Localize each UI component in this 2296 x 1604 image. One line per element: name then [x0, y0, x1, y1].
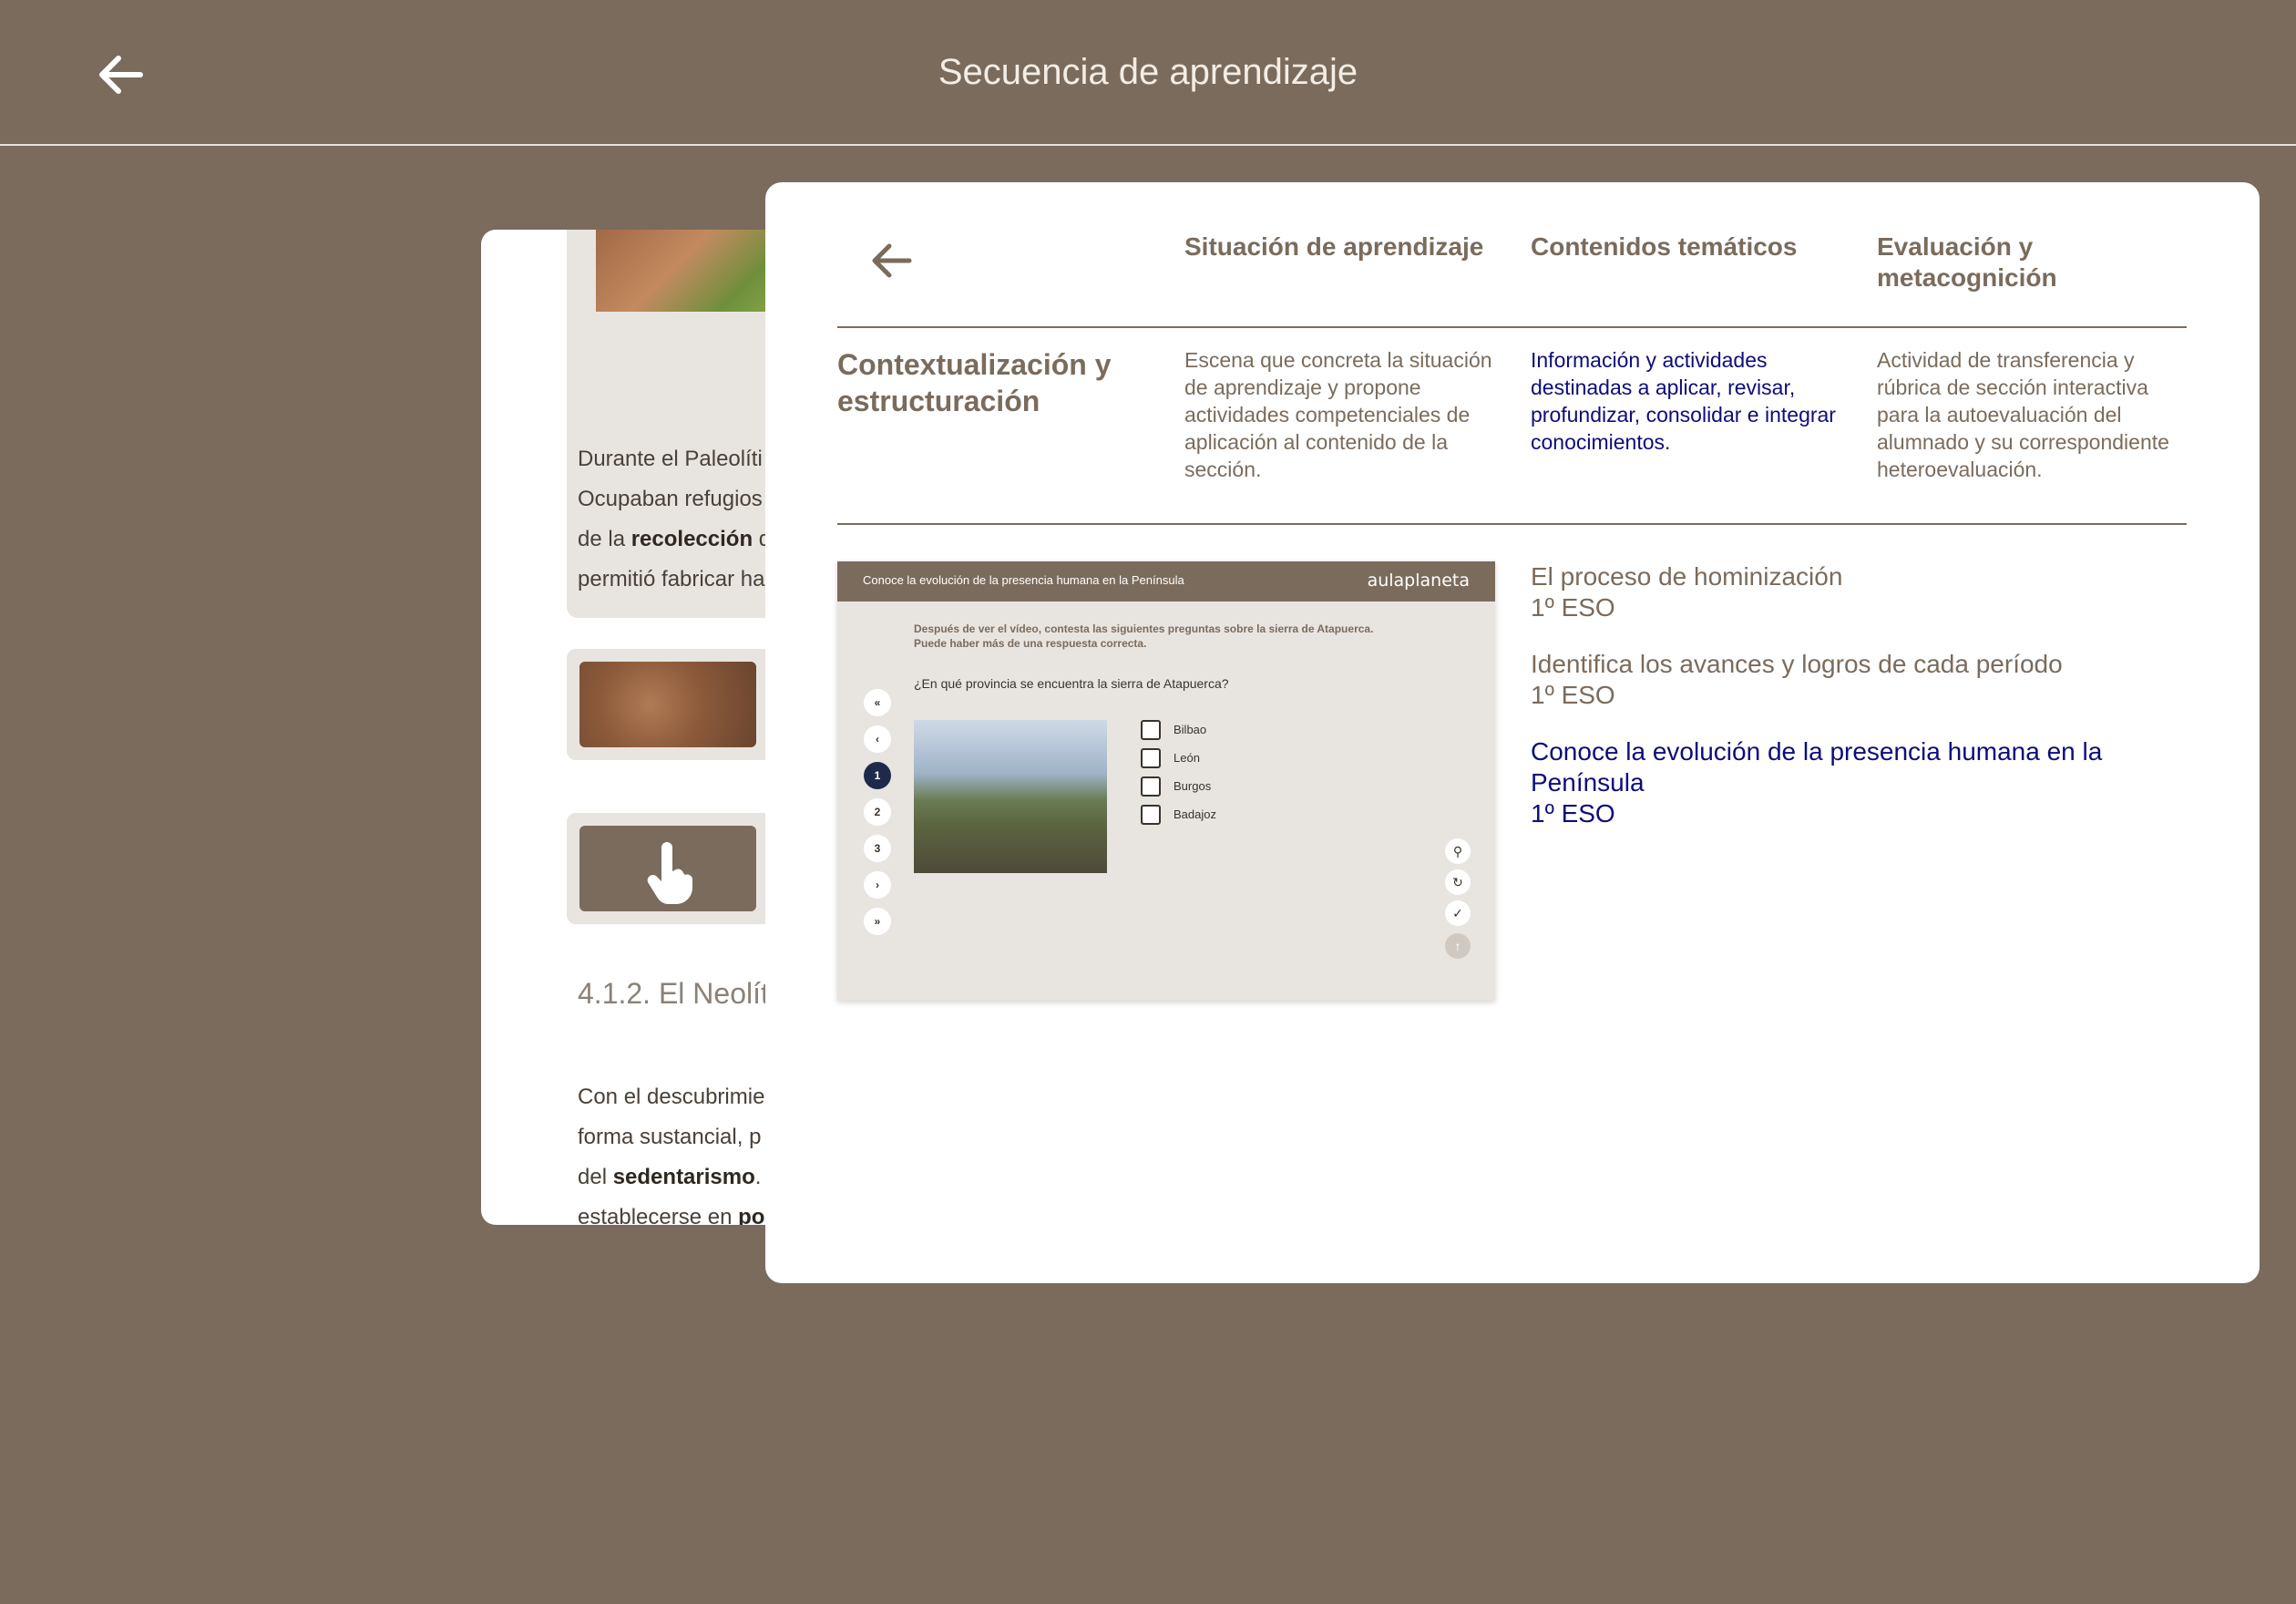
cave-painting-image — [579, 662, 756, 747]
resource-level: 1º ESO — [1531, 593, 1615, 622]
row-title: Contextualización y estructuración — [837, 348, 1112, 417]
activity-question: ¿En qué provincia se encuentra la sierra… — [914, 676, 1229, 691]
section-heading: 4.1.2. El Neolít — [578, 977, 769, 1010]
hand-pointer-icon — [647, 842, 692, 904]
paragraph-line: de la recolección d — [578, 527, 772, 551]
back-arrow-icon[interactable] — [866, 235, 917, 286]
top-bar: Secuencia de aprendizaje — [0, 0, 2296, 146]
resource-link-avances[interactable]: Identifica los avances y logros de cada … — [1531, 649, 2168, 711]
learning-sequence-modal: Situación de aprendizaje Contenidos temá… — [765, 182, 2260, 1283]
previous-page-button[interactable]: ‹ — [864, 725, 891, 753]
resource-title: El proceso de hominización — [1531, 562, 1843, 591]
activity-instructions: Después de ver el vídeo, contesta las si… — [914, 622, 1374, 650]
resource-title: Identifica los avances y logros de cada … — [1531, 650, 2063, 678]
paragraph-line: forma sustancial, p — [578, 1125, 762, 1149]
check-icon[interactable]: ✓ — [1445, 900, 1471, 926]
next-page-button[interactable]: › — [864, 871, 891, 899]
page-2-button[interactable]: 2 — [864, 798, 891, 826]
lightbulb-icon[interactable]: ⚲ — [1445, 838, 1471, 864]
paragraph-line: Durante el Paleolíti — [578, 447, 763, 471]
column-header-contenidos: Contenidos temáticos — [1531, 232, 1798, 261]
activity-header: Conoce la evolución de la presencia huma… — [837, 561, 1495, 602]
first-page-button[interactable]: « — [864, 689, 891, 716]
divider — [837, 326, 2187, 328]
atapuerca-photo — [914, 720, 1107, 873]
activity-preview[interactable]: Conoce la evolución de la presencia huma… — [837, 561, 1495, 1001]
resource-link-hominizacion[interactable]: El proceso de hominización 1º ESO — [1531, 561, 2168, 623]
column-header-situacion: Situación de aprendizaje — [1184, 232, 1484, 261]
paragraph-line: establecerse en po — [578, 1205, 765, 1225]
page-title: Secuencia de aprendizaje — [938, 52, 1358, 92]
paragraph-line: Ocupaban refugios — [578, 487, 763, 511]
gallery-thumbnail[interactable] — [567, 649, 791, 760]
column-description-evaluacion: Actividad de transferencia y rúbrica de … — [1877, 348, 2169, 481]
resource-level: 1º ESO — [1531, 681, 1615, 709]
aulaplaneta-logo: aulaplaneta — [1367, 571, 1470, 591]
page-3-button[interactable]: 3 — [864, 835, 891, 862]
column-description-situacion: Escena que concreta la situación de apre… — [1184, 348, 1492, 481]
landscape-image — [596, 230, 791, 312]
divider — [837, 523, 2187, 525]
resource-title: Conoce la evolución de la presencia huma… — [1531, 737, 2103, 797]
last-page-button[interactable]: » — [864, 908, 891, 935]
paragraph-line: permitió fabricar ha — [578, 567, 765, 591]
document-card: Durante el Paleolíti Ocupaban refugios de … — [481, 230, 791, 1225]
interactive-resource-button[interactable] — [567, 813, 791, 924]
activity-title: Conoce la evolución de la presencia huma… — [863, 573, 1184, 587]
reset-icon[interactable]: ↻ — [1445, 869, 1471, 895]
paragraph-line: del sedentarismo. A — [578, 1165, 781, 1189]
page-1-button[interactable]: 1 — [864, 762, 891, 789]
resource-link-presencia-humana[interactable]: Conoce la evolución de la presencia huma… — [1531, 736, 2168, 829]
paragraph-line: Con el descubrimie — [578, 1085, 765, 1109]
column-description-contenidos: Información y actividades destinadas a a… — [1531, 348, 1836, 454]
resource-level: 1º ESO — [1531, 799, 1615, 828]
upload-icon[interactable]: ↑ — [1445, 933, 1471, 959]
column-header-evaluacion: Evaluación y metacognición — [1877, 232, 2057, 292]
